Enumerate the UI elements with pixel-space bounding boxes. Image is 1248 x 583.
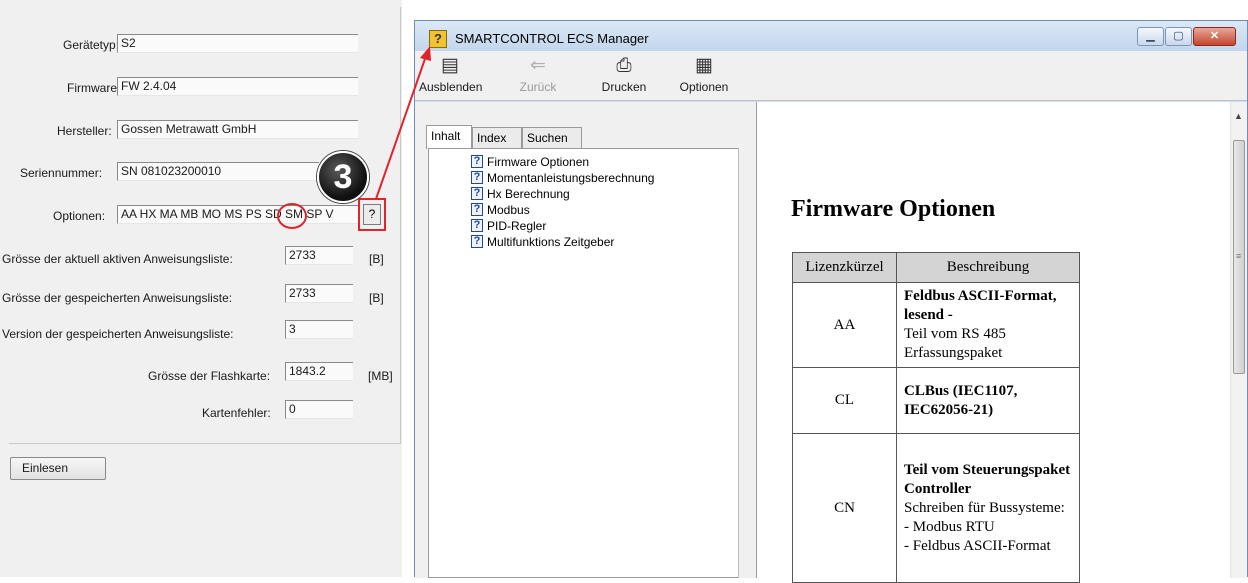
tab-contents[interactable]: Inhalt — [426, 125, 472, 149]
header-code: Lizenzkürzel — [792, 252, 897, 283]
help-topic-icon: ? — [471, 187, 483, 200]
scroll-thumb[interactable]: ≡ — [1233, 140, 1245, 374]
toc-item[interactable]: ? Firmware Optionen — [471, 155, 589, 171]
toc-tree: ? Firmware Optionen ? Momentanleistungsber… — [428, 148, 738, 578]
row-code: CN — [792, 433, 897, 583]
navigation-pane: Inhalt Index Suchen ? Firmware Optionen ?… — [415, 102, 756, 578]
sd-highlight-circle — [277, 203, 307, 229]
help-toolbar: ▤ Ausblenden ⇐ Zurück ⎙ Drucken ▦ Option… — [415, 51, 1247, 101]
toc-item[interactable]: ? Momentanleistungsberechnung — [471, 171, 654, 187]
tab-index[interactable]: Index — [472, 127, 522, 149]
close-button[interactable]: ✕ — [1193, 27, 1236, 46]
scroll-up-arrow-icon[interactable]: ▲ — [1234, 111, 1243, 121]
flash-card-size-label: Grösse der Flashkarte: — [148, 369, 271, 383]
content-scrollbar[interactable]: ▲ ≡ — [1230, 102, 1247, 578]
help-topic-icon: ? — [471, 155, 483, 168]
active-list-size-label: Grösse der aktuell aktiven Anweisungslis… — [2, 252, 233, 266]
back-toolbar-button[interactable]: ⇐ Zurück — [515, 55, 561, 94]
device-info-panel: Gerätetyp: S2 Firmware: FW 2.4.04 Herste… — [0, 0, 402, 577]
toc-item[interactable]: ? Hx Berechnung — [471, 187, 570, 203]
help-content-pane: Firmware Optionen Lizenzkürzel Beschreib… — [756, 102, 1247, 583]
printer-icon: ⎙ — [616, 55, 632, 76]
active-list-size-field: 2733 — [285, 246, 353, 265]
table-row: CN Teil vom Steuerungspaket Controller S… — [792, 433, 1080, 583]
options-toolbar-button[interactable]: ▦ Optionen — [674, 55, 734, 94]
card-error-field: 0 — [285, 400, 353, 419]
toc-item[interactable]: ? Multifunktions Zeitgeber — [471, 235, 614, 251]
row-description: Teil vom Steuerungspaket Controller Schr… — [896, 433, 1080, 583]
serial-number-field: SN 081023200010 — [117, 162, 319, 181]
hide-label: Ausblenden — [419, 80, 483, 94]
print-label: Drucken — [601, 80, 647, 94]
hide-toolbar-button[interactable]: ▤ Ausblenden — [419, 55, 483, 94]
help-window: ? SMARTCONTROL ECS Manager ▁ ▢ ✕ ▤ Ausbl… — [414, 20, 1248, 583]
read-button[interactable]: Einlesen — [10, 457, 106, 480]
help-topic-icon: ? — [471, 235, 483, 248]
stored-list-size-unit: [B] — [369, 291, 384, 305]
header-description: Beschreibung — [896, 252, 1080, 283]
flash-card-size-unit: [MB] — [368, 369, 393, 383]
row-description: Feldbus ASCII-Format, lesend - Teil vom … — [896, 282, 1080, 368]
options-field: AA HX MA MB MO MS PS SD SM SP V — [117, 205, 360, 224]
back-arrow-icon: ⇐ — [530, 55, 546, 76]
options-label: Optionen: — [53, 209, 106, 223]
help-topic-icon: ? — [471, 203, 483, 216]
row-code: CL — [792, 367, 897, 434]
window-title: SMARTCONTROL ECS Manager — [455, 31, 649, 46]
card-error-label: Kartenfehler: — [202, 406, 271, 420]
options-toolbar-label: Optionen — [679, 80, 729, 94]
tab-search[interactable]: Suchen — [522, 127, 582, 149]
minimize-button[interactable]: ▁ — [1137, 27, 1164, 46]
active-list-size-unit: [B] — [369, 252, 384, 266]
print-toolbar-button[interactable]: ⎙ Drucken — [596, 55, 652, 94]
pane-splitter[interactable] — [738, 148, 746, 578]
hide-icon: ▤ — [441, 55, 459, 76]
toc-item[interactable]: ? PID-Regler — [471, 219, 546, 235]
help-topic-icon: ? — [471, 171, 483, 184]
content-title: Firmware Optionen — [791, 196, 996, 222]
stored-list-size-field: 2733 — [285, 284, 353, 303]
table-row: AA Feldbus ASCII-Format, lesend - Teil v… — [792, 282, 1080, 368]
firmware-label: Firmware: — [67, 81, 121, 95]
title-bar[interactable]: ? SMARTCONTROL ECS Manager ▁ ▢ ✕ — [415, 21, 1247, 51]
help-topic-icon: ? — [471, 219, 483, 232]
table-row: CL CLBus (IEC1107, IEC62056-21) — [792, 367, 1080, 434]
manufacturer-label: Hersteller: — [57, 124, 112, 138]
stored-version-field: 3 — [285, 320, 353, 339]
stored-version-label: Version der gespeicherten Anweisungslist… — [2, 327, 234, 341]
back-label: Zurück — [519, 80, 557, 94]
flash-card-size-field: 1843.2 — [285, 362, 353, 381]
table-header-row: Lizenzkürzel Beschreibung — [792, 252, 1080, 283]
device-type-field: S2 — [117, 34, 358, 53]
options-help-highlight — [358, 198, 386, 231]
row-code: AA — [792, 282, 897, 368]
maximize-button[interactable]: ▢ — [1165, 27, 1192, 46]
toc-item[interactable]: ? Modbus — [471, 203, 530, 219]
scroll-grip-icon: ≡ — [1236, 251, 1242, 261]
stored-list-size-label: Grösse der gespeicherten Anweisungsliste… — [2, 291, 233, 305]
manufacturer-field: Gossen Metrawatt GmbH — [117, 120, 358, 139]
device-type-label: Gerätetyp: — [63, 38, 120, 52]
serial-number-label: Seriennummer: — [20, 166, 103, 180]
license-table: Lizenzkürzel Beschreibung AA Feldbus ASC… — [792, 252, 1080, 583]
row-description: CLBus (IEC1107, IEC62056-21) — [896, 367, 1080, 434]
firmware-field: FW 2.4.04 — [117, 77, 358, 96]
help-app-icon: ? — [429, 30, 447, 48]
options-icon: ▦ — [695, 55, 713, 76]
step-number-badge: 3 — [317, 151, 369, 203]
